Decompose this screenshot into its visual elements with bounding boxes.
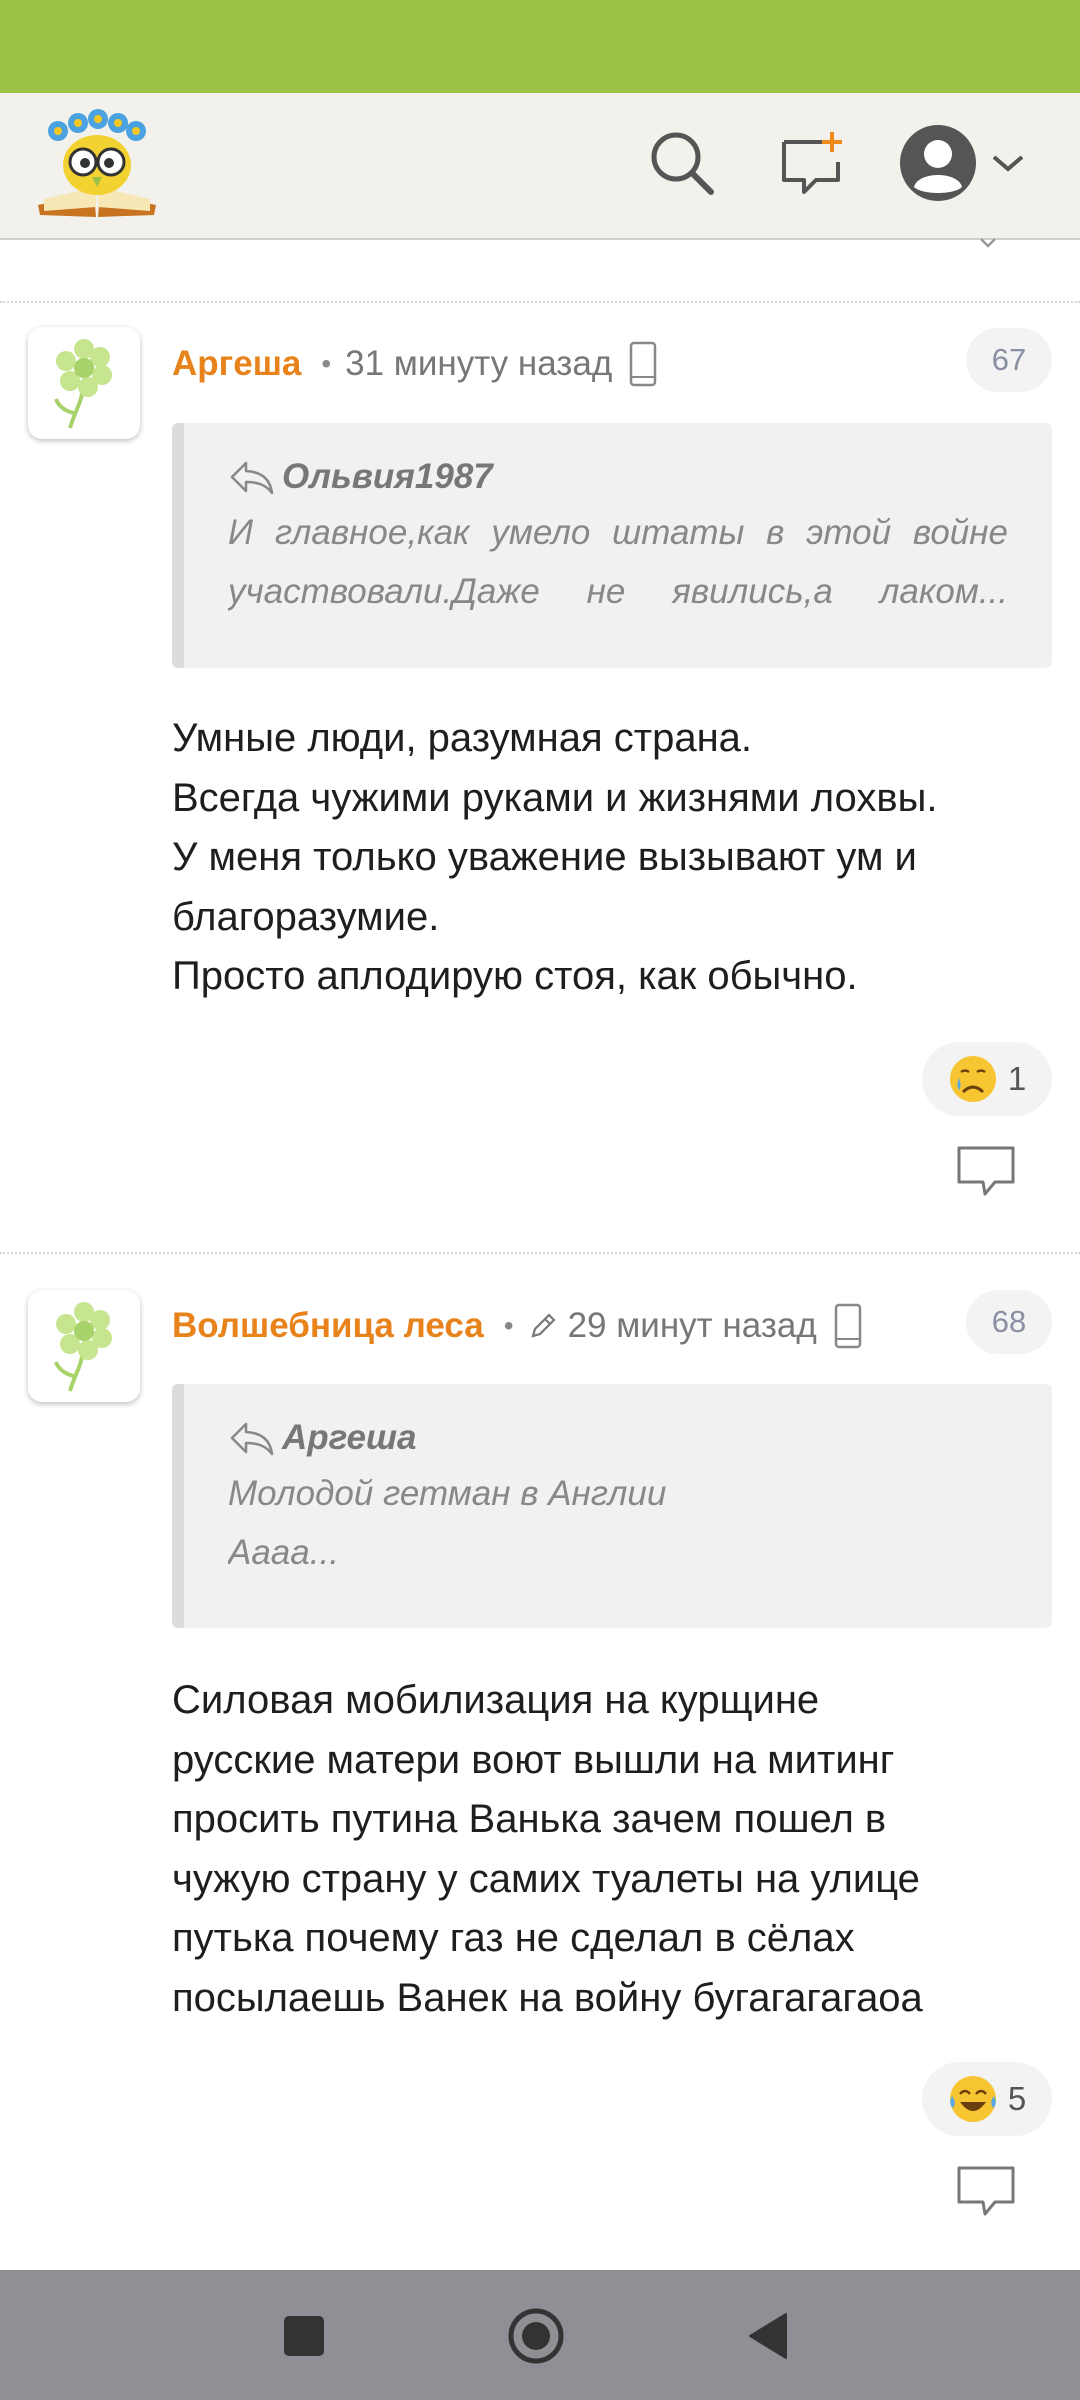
mobile-phone-icon [628, 341, 658, 387]
reply-comment-icon[interactable] [955, 2164, 1017, 2220]
reply-arrow-icon [230, 461, 274, 495]
quote-text: Аааа... [228, 1533, 339, 1572]
quote-text: И главное,как умело штаты в этой войне [228, 513, 1008, 552]
tears-of-joy-emoji [948, 2074, 998, 2124]
new-comment-icon[interactable] [773, 123, 853, 203]
comment-author[interactable]: Волшебница леса [172, 1306, 484, 1346]
app-header [0, 93, 1080, 240]
search-icon[interactable] [642, 123, 722, 203]
chevron-down-icon [992, 155, 1024, 172]
crying-face-emoji [948, 1054, 998, 1104]
reaction-count: 1 [1007, 1060, 1027, 1097]
chevron-down-icon [980, 238, 996, 248]
comment-author[interactable]: Аргеша [172, 344, 301, 384]
owl-book-logo[interactable] [34, 107, 160, 221]
comment-time: 31 минуту назад [345, 344, 613, 383]
user-avatar-icon[interactable] [898, 123, 1048, 203]
reply-comment-icon[interactable] [955, 1144, 1017, 1200]
square-recents-icon[interactable] [268, 2300, 340, 2372]
quote-text: Молодой гетман в Англии [228, 1474, 667, 1513]
quote-author[interactable]: Ольвия1987 [282, 457, 493, 497]
reaction-button[interactable]: 1 [922, 1042, 1052, 1116]
comment-body: Умные люди, разумная страна. Всегда чужи… [172, 716, 938, 998]
reply-arrow-icon [230, 1422, 274, 1456]
comment-number-badge[interactable]: 67 [966, 328, 1052, 392]
comment-body: Силовая мобилизация на курщине русские м… [172, 1678, 923, 2020]
divider [0, 1252, 1080, 1254]
triangle-back-icon[interactable] [732, 2300, 804, 2372]
mobile-phone-icon [833, 1303, 863, 1349]
comment-number-badge[interactable]: 68 [966, 1290, 1052, 1354]
avatar[interactable] [28, 1290, 140, 1402]
comment-meta: Аргеша • 31 минуту назад [172, 334, 658, 394]
status-bar [0, 0, 1080, 93]
comment-meta: Волшебница леса • 29 минут назад [172, 1296, 863, 1356]
avatar[interactable] [28, 327, 140, 439]
quote-author[interactable]: Аргеша [282, 1418, 417, 1458]
quote-text: участвовали.Даже не явились,а лаком... [228, 572, 1008, 611]
reaction-count: 5 [1007, 2080, 1027, 2117]
quote-block: Аргеша Молодой гетман в Англии Аааа... [172, 1384, 1052, 1628]
pencil-edit-icon [528, 1311, 558, 1341]
system-navigation-bar [0, 2270, 1080, 2400]
reaction-button[interactable]: 5 [922, 2062, 1052, 2136]
circle-home-icon[interactable] [500, 2300, 572, 2372]
divider [0, 301, 1080, 303]
comment-time: 29 минут назад [567, 1306, 817, 1345]
quote-block: Ольвия1987 И главное,как умело штаты в э… [172, 423, 1052, 668]
